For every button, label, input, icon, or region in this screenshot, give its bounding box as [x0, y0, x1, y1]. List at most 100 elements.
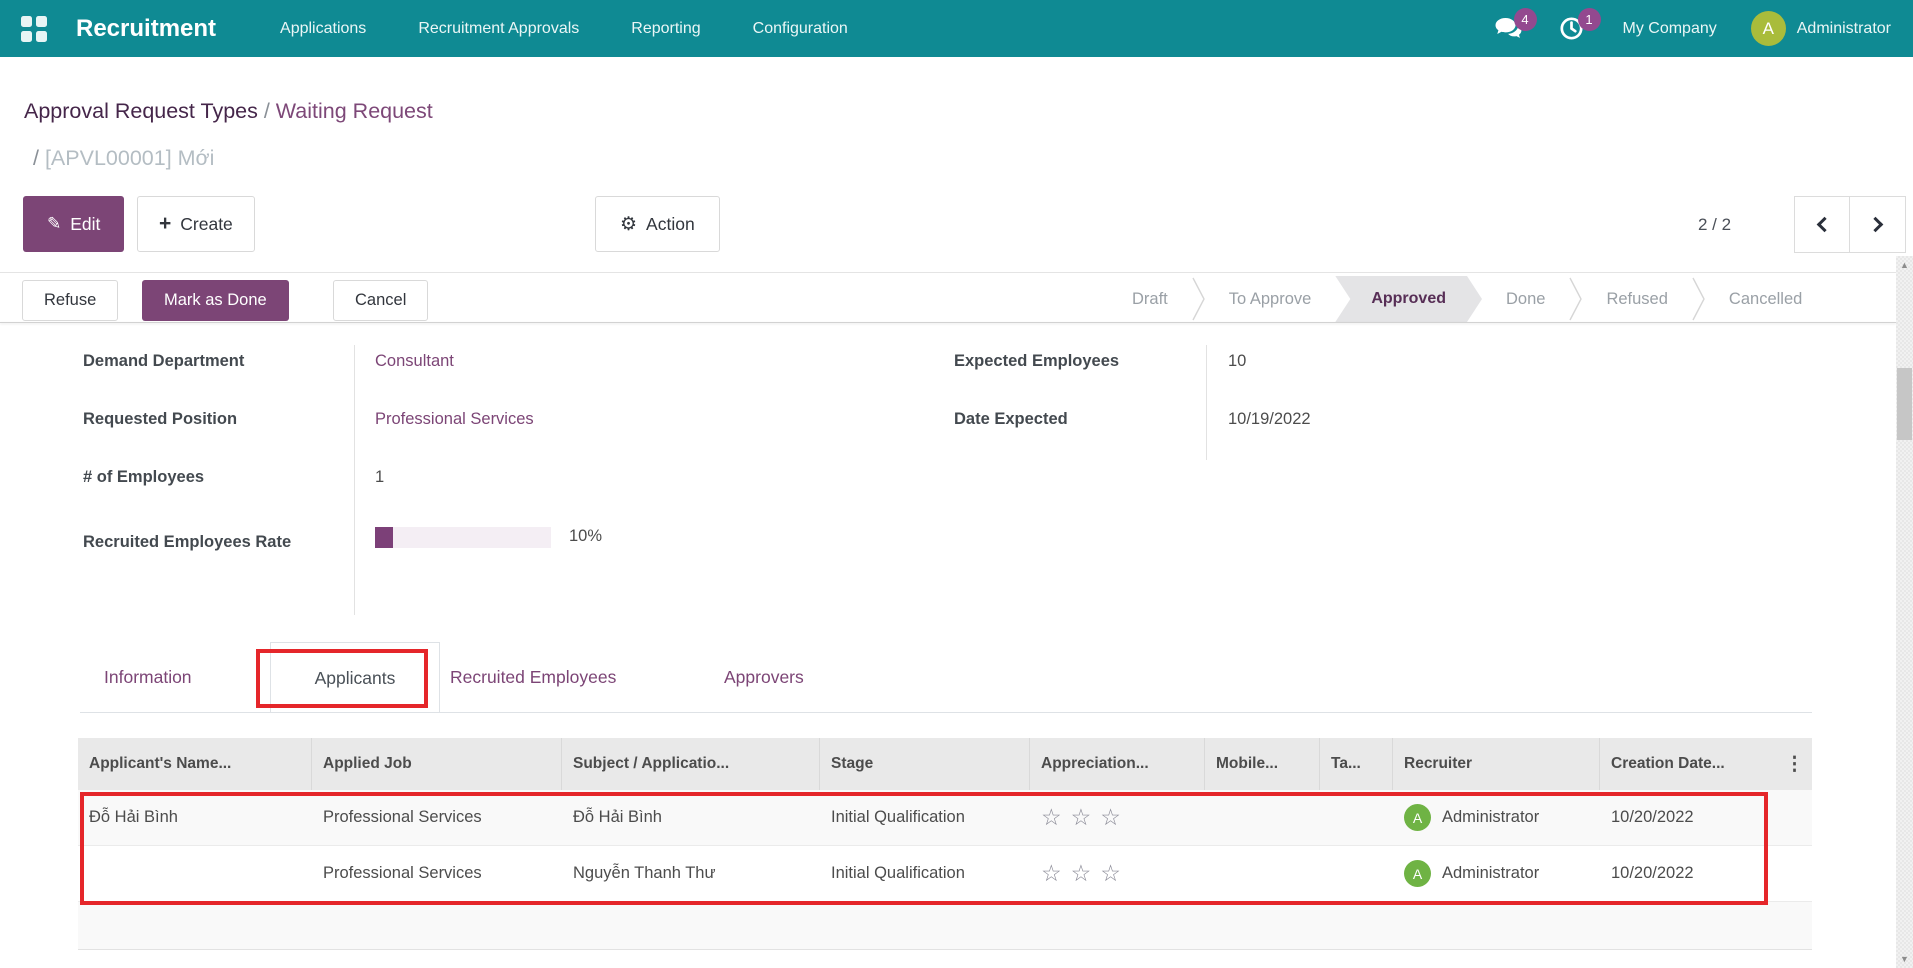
recruiter-avatar: A — [1404, 804, 1431, 831]
stage-refused[interactable]: Refused — [1582, 290, 1691, 309]
cell-tag — [1320, 790, 1393, 845]
table-header-row: Applicant's Name... Applied Job Subject … — [78, 738, 1812, 790]
cell-tag — [1320, 846, 1393, 901]
cell-creation-date: 10/20/2022 — [1600, 790, 1812, 845]
column-tag[interactable]: Ta... — [1320, 738, 1393, 790]
chevron-right-icon — [1868, 217, 1884, 233]
label-num-employees: # of Employees — [83, 468, 204, 487]
refuse-button[interactable]: Refuse — [22, 280, 118, 321]
label-date-expected: Date Expected — [954, 410, 1068, 429]
edit-button[interactable]: ✎ Edit — [23, 196, 124, 252]
star-rating-icons[interactable]: ☆☆☆ — [1041, 804, 1130, 831]
cell-recruiter: A Administrator — [1393, 790, 1600, 845]
field-separator — [1206, 345, 1207, 460]
progressbar-fill — [375, 527, 393, 548]
app-title[interactable]: Recruitment — [76, 15, 216, 43]
star-rating-icons[interactable]: ☆☆☆ — [1041, 860, 1130, 887]
column-appreciation[interactable]: Appreciation... — [1030, 738, 1205, 790]
divider — [0, 322, 1896, 323]
label-requested-position: Requested Position — [83, 410, 237, 429]
value-date-expected: 10/19/2022 — [1228, 410, 1311, 429]
label-demand-department: Demand Department — [83, 352, 244, 371]
tabs-underline — [80, 712, 1812, 713]
divider — [0, 272, 1896, 273]
pager-count: 2 / 2 — [1698, 215, 1731, 235]
label-recruited-rate: Recruited Employees Rate — [83, 524, 323, 560]
pager-previous-button[interactable] — [1794, 196, 1850, 253]
recruiter-avatar: A — [1404, 860, 1431, 887]
cell-stage: Initial Qualification — [820, 790, 1030, 845]
value-expected-employees: 10 — [1228, 352, 1246, 371]
column-creation-date[interactable]: Creation Date... ⋮ — [1600, 738, 1812, 790]
stage-done[interactable]: Done — [1482, 290, 1569, 309]
cell-applied-job: Professional Services — [312, 846, 562, 901]
action-button[interactable]: ⚙ Action — [595, 196, 720, 252]
scroll-up-icon[interactable]: ▲ — [1896, 258, 1913, 272]
breadcrumb-waiting-request[interactable]: Waiting Request — [276, 99, 433, 123]
mark-as-done-button[interactable]: Mark as Done — [142, 280, 289, 321]
column-stage[interactable]: Stage — [820, 738, 1030, 790]
cell-applied-job: Professional Services — [312, 790, 562, 845]
activities-badge: 1 — [1578, 8, 1601, 31]
plus-icon: + — [159, 212, 171, 236]
cell-mobile — [1205, 790, 1320, 845]
tab-applicants-active[interactable]: Applicants — [270, 642, 440, 713]
cell-subject: Đỗ Hải Bình — [562, 790, 820, 845]
menu-applications[interactable]: Applications — [280, 20, 366, 38]
apps-grid-icon[interactable] — [21, 16, 47, 42]
user-menu[interactable]: A Administrator — [1751, 11, 1891, 46]
tab-information[interactable]: Information — [104, 667, 192, 688]
optional-columns-icon[interactable]: ⋮ — [1785, 753, 1804, 776]
pager — [1794, 196, 1906, 253]
menu-reporting[interactable]: Reporting — [631, 20, 700, 38]
column-recruiter[interactable]: Recruiter — [1393, 738, 1600, 790]
cancel-button[interactable]: Cancel — [333, 280, 428, 321]
stage-separator-icon — [1569, 277, 1582, 321]
tab-recruited-employees[interactable]: Recruited Employees — [450, 667, 616, 688]
activities-icon[interactable]: 1 — [1559, 16, 1589, 42]
stage-approved-active[interactable]: Approved — [1335, 276, 1482, 322]
tab-approvers[interactable]: Approvers — [724, 667, 804, 688]
stage-widget: Draft To Approve Approved Done Refused C… — [1108, 276, 1826, 322]
table-row[interactable]: Đỗ Hải Bình Professional Services Đỗ Hải… — [78, 790, 1812, 846]
value-requested-position[interactable]: Professional Services — [375, 410, 534, 429]
value-recruited-rate: 10% — [569, 527, 602, 546]
pager-next-button[interactable] — [1850, 196, 1906, 253]
gear-icon: ⚙ — [620, 213, 637, 236]
cell-stage: Initial Qualification — [820, 846, 1030, 901]
vertical-scrollbar[interactable]: ▲ ▼ — [1896, 256, 1913, 968]
company-switcher[interactable]: My Company — [1623, 20, 1717, 38]
column-applicant-name[interactable]: Applicant's Name... — [78, 738, 312, 790]
label-expected-employees: Expected Employees — [954, 352, 1119, 371]
scroll-down-icon[interactable]: ▼ — [1896, 952, 1913, 966]
stage-separator-icon — [1192, 277, 1205, 321]
table-row[interactable]: Professional Services Nguyễn Thanh Thư I… — [78, 846, 1812, 902]
messages-badge: 4 — [1514, 8, 1537, 31]
top-navbar: Recruitment Applications Recruitment App… — [0, 0, 1913, 57]
user-name: Administrator — [1797, 20, 1891, 38]
breadcrumb-approval-request-types[interactable]: Approval Request Types — [24, 99, 258, 123]
cell-mobile — [1205, 846, 1320, 901]
create-button[interactable]: + Create — [137, 196, 255, 252]
applicants-table: Applicant's Name... Applied Job Subject … — [78, 738, 1812, 950]
stage-to-approve[interactable]: To Approve — [1205, 290, 1336, 309]
empty-row — [78, 902, 1812, 950]
pencil-icon: ✎ — [47, 214, 61, 234]
recruited-rate-progressbar — [375, 527, 551, 548]
messages-icon[interactable]: 4 — [1495, 16, 1525, 42]
cell-applicant-name: Đỗ Hải Bình — [78, 790, 312, 845]
stage-draft[interactable]: Draft — [1108, 290, 1192, 309]
breadcrumb-line2: / [APVL00001] Mới — [33, 146, 214, 171]
column-applied-job[interactable]: Applied Job — [312, 738, 562, 790]
value-demand-department[interactable]: Consultant — [375, 352, 454, 371]
cell-appreciation: ☆☆☆ — [1030, 790, 1205, 845]
menu-configuration[interactable]: Configuration — [753, 20, 848, 38]
column-mobile[interactable]: Mobile... — [1205, 738, 1320, 790]
stage-cancelled[interactable]: Cancelled — [1705, 290, 1826, 309]
column-subject[interactable]: Subject / Applicatio... — [562, 738, 820, 790]
menu-recruitment-approvals[interactable]: Recruitment Approvals — [418, 20, 579, 38]
user-avatar: A — [1751, 11, 1786, 46]
breadcrumb: Approval Request Types / Waiting Request — [24, 99, 433, 124]
scrollbar-thumb[interactable] — [1897, 368, 1912, 440]
value-num-employees: 1 — [375, 468, 384, 487]
